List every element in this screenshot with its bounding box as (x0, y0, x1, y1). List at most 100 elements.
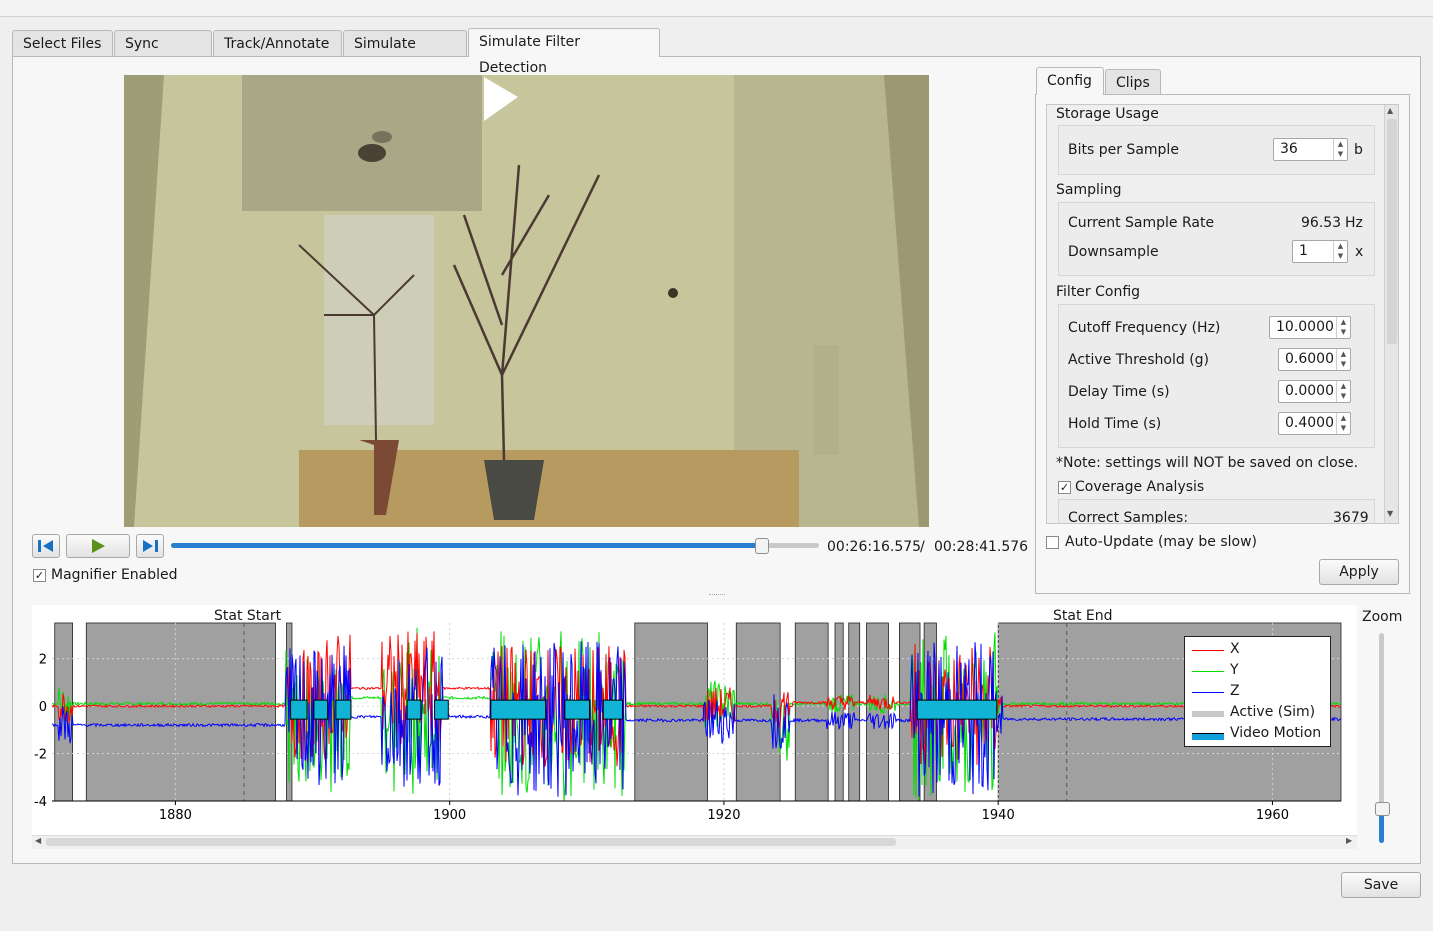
plot-widget: 1880 1900 1920 1940 1960 2 0 -2 -4 ◀ ▶ (32, 605, 1357, 849)
video-motion-box (406, 699, 422, 720)
tab-track-annotate[interactable]: Track/Annotate (213, 30, 342, 56)
sampling-header: Sampling (1056, 182, 1122, 198)
coverage-label: Coverage Analysis (1075, 479, 1205, 495)
skip-forward-icon (143, 540, 158, 552)
y-tick-label: -4 (34, 795, 47, 810)
x-tick-label: 1920 (707, 808, 740, 823)
video-motion-box (916, 699, 998, 720)
storage-header: Storage Usage (1056, 106, 1159, 122)
active-sim-region (794, 622, 829, 802)
apply-button[interactable]: Apply (1319, 559, 1399, 585)
spin-arrows-icon[interactable]: ▲ ▼ (1333, 241, 1347, 262)
scroll-left-icon[interactable]: ◀ (35, 836, 41, 845)
x-tick-label: 1880 (159, 808, 192, 823)
scroll-right-icon[interactable]: ▶ (1346, 836, 1352, 845)
tab-config[interactable]: Config (1036, 67, 1104, 95)
legend-x-swatch (1192, 650, 1224, 651)
bits-spinbox[interactable]: 36 ▲ ▼ (1273, 138, 1348, 161)
zoom-handle[interactable] (1375, 802, 1390, 816)
tab-simulate-adxl[interactable]: Simulate ADXL (343, 30, 467, 78)
bits-label: Bits per Sample (1068, 142, 1179, 158)
plot-hscrollbar[interactable]: ◀ ▶ (32, 835, 1357, 849)
delay-value: 0.0000 (1285, 383, 1334, 399)
bits-value: 36 (1280, 141, 1298, 157)
splitter-handle[interactable] (709, 594, 725, 599)
legend-y-swatch (1192, 671, 1224, 672)
hold-spinbox[interactable]: 0.4000 ▲ ▼ (1278, 412, 1351, 435)
config-scroll-area: Storage Usage Bits per Sample 36 ▲ ▼ b Sam… (1046, 104, 1399, 524)
video-frame[interactable] (124, 75, 929, 527)
coverage-checkbox[interactable]: ✓ (1058, 481, 1071, 494)
active-sim-region (848, 622, 861, 802)
legend-active-label: Active (Sim) (1230, 704, 1316, 720)
magnifier-checkbox[interactable]: ✓ (33, 569, 46, 582)
spin-arrows-icon[interactable]: ▲ ▼ (1336, 317, 1350, 338)
play-overlay-icon[interactable] (482, 75, 522, 125)
skip-forward-button[interactable] (136, 534, 164, 558)
signal-plot[interactable]: 1880 1900 1920 1940 1960 2 0 -2 -4 (32, 605, 1357, 835)
spin-arrows-icon[interactable]: ▲ ▼ (1336, 349, 1350, 370)
video-motion-box (490, 699, 547, 720)
filter-header: Filter Config (1056, 284, 1141, 300)
downsample-value: 1 (1299, 243, 1308, 259)
cutoff-value: 10.0000 (1276, 319, 1334, 335)
video-motion-box (290, 699, 308, 720)
config-scrollbar[interactable]: ▲ ▼ (1384, 105, 1398, 523)
current-time: 00:26:16.575 (827, 539, 922, 555)
y-tick-label: -2 (34, 748, 47, 763)
rate-unit: Hz (1345, 215, 1363, 231)
scroll-up-icon[interactable]: ▲ (1387, 106, 1393, 115)
y-tick-label: 2 (39, 653, 47, 668)
zoom-slider[interactable] (1375, 633, 1390, 843)
spin-arrows-icon[interactable]: ▲ ▼ (1336, 381, 1350, 402)
legend-active-swatch (1192, 711, 1224, 717)
legend-motion-label: Video Motion (1230, 725, 1322, 741)
magnified-fly (358, 131, 392, 162)
seek-handle[interactable] (754, 538, 769, 554)
stat-start-label: Stat Start (214, 608, 282, 624)
scroll-down-icon[interactable]: ▼ (1387, 509, 1393, 518)
threshold-spinbox[interactable]: 0.6000 ▲ ▼ (1278, 348, 1351, 371)
seek-slider[interactable] (171, 538, 819, 554)
tab-clips[interactable]: Clips (1105, 69, 1161, 95)
plot-scroll-thumb[interactable] (46, 838, 896, 846)
correct-samples-label: Correct Samples: (1068, 510, 1189, 524)
bits-unit: b (1354, 142, 1363, 158)
cutoff-spinbox[interactable]: 10.0000 ▲ ▼ (1269, 316, 1351, 339)
stat-end-label: Stat End (1053, 608, 1113, 624)
downsample-unit: x (1355, 244, 1364, 260)
downsample-spinbox[interactable]: 1 ▲ ▼ (1292, 240, 1348, 263)
skip-back-icon (38, 540, 53, 552)
time-separator: / (920, 539, 925, 555)
active-sim-region (85, 622, 276, 802)
legend-y-label: Y (1230, 662, 1239, 678)
play-button[interactable] (66, 534, 130, 558)
x-tick-label: 1900 (433, 808, 466, 823)
magnifier-inset (242, 75, 482, 211)
video-motion-box (335, 699, 352, 720)
spin-arrows-icon[interactable]: ▲ ▼ (1333, 139, 1347, 160)
auto-update-label: Auto-Update (may be slow) (1065, 534, 1257, 550)
threshold-value: 0.6000 (1285, 351, 1334, 367)
video-motion-box (434, 699, 449, 720)
video-motion-box (602, 699, 623, 720)
save-button[interactable]: Save (1341, 872, 1421, 898)
auto-update-checkbox[interactable] (1046, 536, 1059, 549)
top-strip (0, 0, 1433, 17)
tab-sync-video[interactable]: Sync Video (114, 30, 212, 78)
skip-back-button[interactable] (32, 534, 60, 558)
spin-arrows-icon[interactable]: ▲ ▼ (1336, 413, 1350, 434)
threshold-label: Active Threshold (g) (1068, 352, 1210, 368)
zoom-label: Zoom (1362, 609, 1403, 625)
cutoff-label: Cutoff Frequency (Hz) (1068, 320, 1221, 336)
active-sim-region (634, 622, 708, 802)
tab-simulate-filter-detection[interactable]: Simulate Filter Detection (468, 28, 660, 76)
settings-note: *Note: settings will NOT be saved on clo… (1056, 455, 1359, 471)
delay-spinbox[interactable]: 0.0000 ▲ ▼ (1278, 380, 1351, 403)
y-tick-label: 0 (39, 700, 47, 715)
plot-legend: X Y Z Active (Sim) Video Motion (1184, 636, 1331, 747)
config-scroll-thumb[interactable] (1387, 119, 1397, 344)
legend-x-label: X (1230, 641, 1240, 657)
tab-select-files[interactable]: Select Files (12, 30, 113, 56)
downsample-label: Downsample (1068, 244, 1159, 260)
